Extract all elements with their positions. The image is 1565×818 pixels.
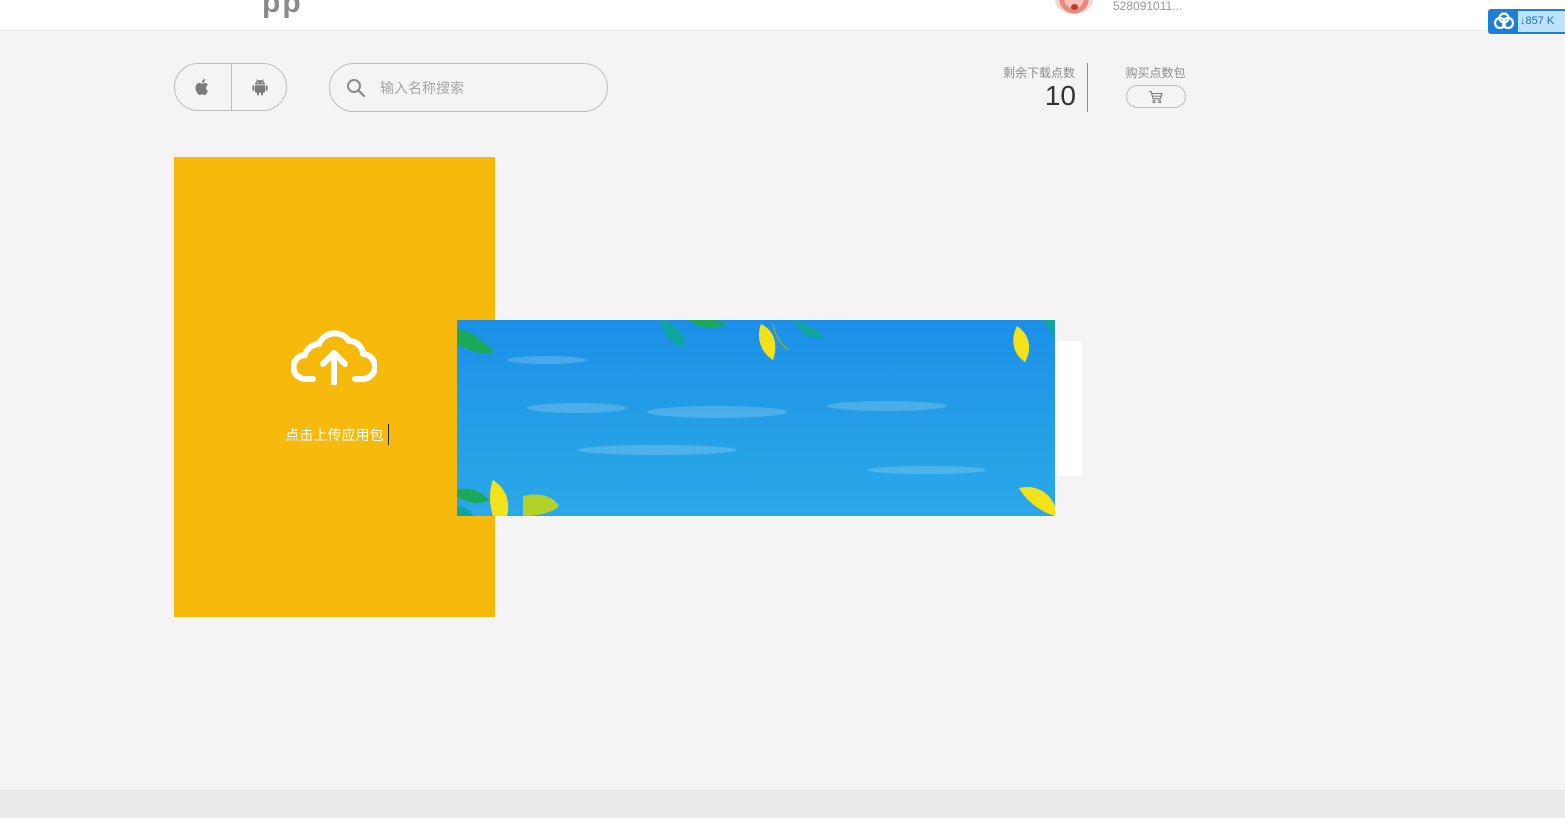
search-input[interactable]: [378, 76, 597, 102]
remaining-points-value: 10: [1044, 80, 1076, 111]
platform-switch: [174, 63, 287, 111]
upload-app-card[interactable]: 点击上传应用包: [174, 157, 495, 617]
remaining-points-label: 剩余下载点数: [1002, 66, 1075, 80]
upload-label: 点击上传应用包: [285, 428, 384, 444]
popup-panel-edge: [1052, 341, 1082, 476]
android-icon: [252, 79, 268, 96]
cart-icon: [1149, 90, 1163, 103]
text-cursor: [388, 424, 389, 445]
buy-points-button[interactable]: [1126, 85, 1186, 108]
download-rate: ↓857 K: [1518, 11, 1565, 32]
search-box: [329, 63, 608, 112]
promo-banner[interactable]: [457, 320, 1055, 516]
username[interactable]: 528091011...: [1113, 0, 1182, 13]
top-bar: pp 528091011...: [0, 0, 1565, 31]
apple-icon: [195, 79, 208, 95]
platform-ios-button[interactable]: [175, 64, 231, 110]
points-divider: [1087, 63, 1088, 112]
download-speed-widget[interactable]: ↓857 K: [1488, 9, 1565, 34]
site-logo[interactable]: pp: [262, 0, 303, 20]
search-icon: [347, 79, 366, 98]
avatar[interactable]: [1055, 0, 1093, 14]
footer-bar: [0, 790, 1565, 818]
cloud-download-icon: [1493, 12, 1515, 30]
leaves-decoration: [457, 320, 1055, 516]
platform-android-button[interactable]: [232, 64, 288, 110]
cloud-upload-icon: [291, 330, 377, 385]
buy-points-label: 购买点数包: [1125, 66, 1186, 80]
